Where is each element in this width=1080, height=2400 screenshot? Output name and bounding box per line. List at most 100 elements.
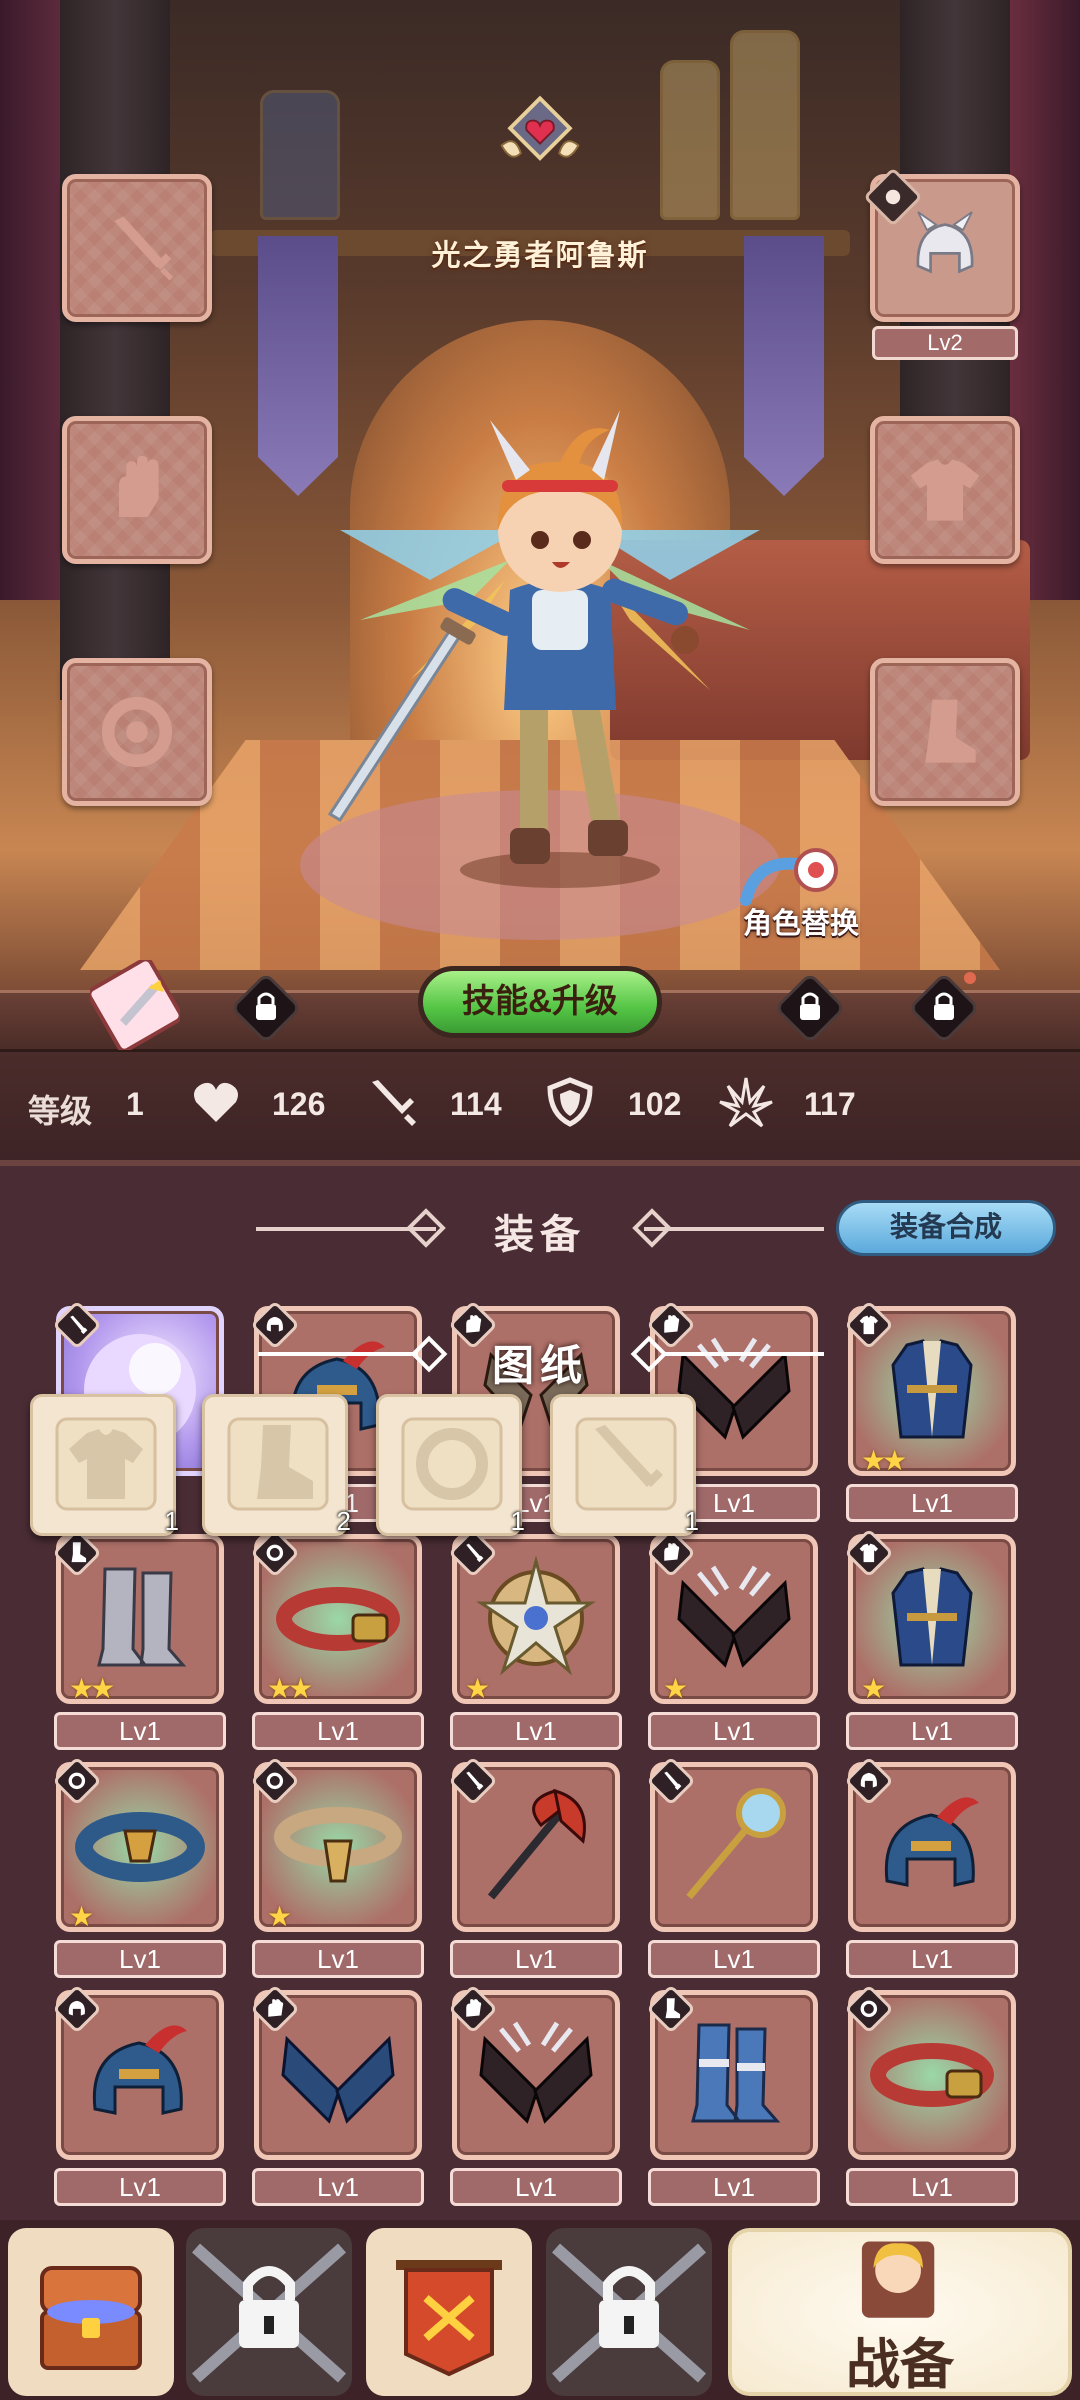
star-rating: ★ bbox=[465, 1672, 490, 1705]
shield-icon bbox=[547, 1077, 593, 1127]
equipment-level: Lv1 bbox=[648, 1940, 820, 1978]
crit-value: 117 bbox=[804, 1086, 856, 1122]
lock-icon bbox=[192, 2243, 346, 2383]
hero-character[interactable] bbox=[320, 380, 780, 900]
equipment-card[interactable] bbox=[846, 1758, 1016, 1932]
equipment-level: Lv1 bbox=[54, 1940, 226, 1978]
attack-sword-icon bbox=[372, 1080, 416, 1126]
star-rating: ★ bbox=[861, 1672, 886, 1705]
helmet-type-badge-icon bbox=[54, 1986, 100, 2032]
equipment-card[interactable]: ★ bbox=[54, 1758, 224, 1933]
sword-icon bbox=[114, 216, 173, 281]
boots-type-badge-icon bbox=[54, 1530, 100, 1576]
equipment-level: Lv1 bbox=[846, 1712, 1018, 1750]
equipment-level: Lv1 bbox=[450, 1940, 622, 1978]
equipment-card[interactable] bbox=[648, 1758, 818, 1932]
character-swap-label: 角色替换 bbox=[742, 908, 859, 940]
equipment-level: Lv1 bbox=[846, 2168, 1018, 2206]
equipment-card[interactable] bbox=[252, 1986, 422, 2160]
treasure-chest-icon bbox=[40, 2266, 142, 2370]
equipment-card[interactable]: ★ bbox=[252, 1758, 422, 1933]
skill-ticket-icon[interactable] bbox=[90, 960, 180, 1050]
blueprint-count: 1 bbox=[164, 1506, 179, 1536]
star-rating: ★★ bbox=[267, 1672, 313, 1705]
weapon-type-badge-icon bbox=[450, 1530, 496, 1576]
blueprint-scroll[interactable]: 1 bbox=[550, 1394, 699, 1536]
blueprint-scroll[interactable]: 1 bbox=[30, 1394, 179, 1536]
equipment-level: Lv1 bbox=[648, 2168, 820, 2206]
armor-icon bbox=[910, 459, 980, 521]
title-emblem-icon[interactable] bbox=[492, 86, 588, 182]
equipment-card[interactable]: ★★ bbox=[252, 1530, 422, 1705]
locked-skill-icon[interactable] bbox=[772, 970, 848, 1046]
glove-icon bbox=[119, 455, 159, 517]
equipment-level: Lv1 bbox=[252, 2168, 424, 2206]
slot-accessory[interactable] bbox=[62, 658, 212, 806]
ring-icon bbox=[101, 696, 173, 768]
equipment-level: Lv1 bbox=[54, 1712, 226, 1750]
level-value: 1 bbox=[126, 1086, 144, 1122]
slot-gloves[interactable] bbox=[62, 416, 212, 564]
lock-icon bbox=[552, 2243, 706, 2383]
equipment-card[interactable]: ★★ bbox=[54, 1530, 224, 1705]
hp-value: 126 bbox=[272, 1086, 326, 1122]
nav-locked-1[interactable] bbox=[186, 2228, 352, 2396]
weapon-blueprint-icon bbox=[575, 1417, 677, 1511]
weapon-type-badge-icon bbox=[648, 1758, 694, 1804]
heart-icon bbox=[194, 1082, 238, 1122]
blueprint-scroll[interactable]: 1 bbox=[376, 1394, 525, 1536]
boot-icon bbox=[925, 699, 976, 763]
curtain-left bbox=[0, 0, 60, 600]
nav-locked-2[interactable] bbox=[546, 2228, 712, 2396]
blueprint-title: 图纸 bbox=[491, 1342, 588, 1389]
slot-armor[interactable] bbox=[870, 416, 1020, 564]
equipment-level: Lv1 bbox=[846, 1484, 1018, 1522]
pillar-left bbox=[60, 0, 170, 700]
boots-blueprint-icon bbox=[227, 1417, 329, 1511]
slot-weapon[interactable] bbox=[62, 174, 212, 322]
silver-helmet-icon bbox=[916, 211, 974, 274]
star-rating: ★ bbox=[663, 1672, 688, 1705]
blueprint-scroll[interactable]: 2 bbox=[202, 1394, 351, 1536]
locked-skill-icon[interactable] bbox=[906, 970, 982, 1046]
boots-type-badge-icon bbox=[648, 1986, 694, 2032]
equipment-card[interactable]: ★ bbox=[648, 1530, 818, 1705]
bottle bbox=[660, 60, 720, 220]
weapon-type-badge-icon bbox=[450, 1758, 496, 1804]
star-rating: ★ bbox=[69, 1900, 94, 1933]
crit-burst-icon bbox=[719, 1077, 773, 1128]
blueprint-count: 1 bbox=[510, 1506, 525, 1536]
locked-skill-icon[interactable] bbox=[228, 970, 304, 1046]
accessory-type-badge-icon bbox=[54, 1758, 100, 1804]
nav-guild[interactable] bbox=[366, 2228, 532, 2396]
equipment-card[interactable]: ★ bbox=[846, 1530, 1016, 1705]
defense-value: 102 bbox=[628, 1086, 682, 1122]
accessory-type-badge-icon bbox=[252, 1758, 298, 1804]
equipment-level: Lv1 bbox=[846, 1940, 1018, 1978]
equipment-card[interactable] bbox=[450, 1986, 620, 2160]
equipment-synthesis-button[interactable]: 装备合成 bbox=[836, 1200, 1056, 1256]
armor-blueprint-icon bbox=[55, 1417, 157, 1511]
accessory-type-badge-icon bbox=[252, 1530, 298, 1576]
gloves-type-badge-icon bbox=[252, 1986, 298, 2032]
skill-upgrade-button[interactable]: 技能&升级 bbox=[418, 966, 662, 1038]
equipment-card[interactable] bbox=[54, 1986, 224, 2160]
equipment-card[interactable] bbox=[846, 1986, 1016, 2160]
nav-treasure[interactable] bbox=[8, 2228, 174, 2396]
star-rating: ★ bbox=[267, 1900, 292, 1933]
equipment-card[interactable] bbox=[648, 1986, 818, 2160]
equipment-level: Lv1 bbox=[450, 1712, 622, 1750]
armor-type-badge-icon bbox=[846, 1530, 892, 1576]
blueprint-divider-right bbox=[664, 1352, 824, 1356]
equipment-level: Lv1 bbox=[648, 1712, 820, 1750]
equipment-card[interactable] bbox=[450, 1758, 620, 1932]
blueprint-count: 1 bbox=[684, 1506, 699, 1536]
equipment-card[interactable]: ★ bbox=[450, 1530, 620, 1705]
equipment-level: Lv1 bbox=[450, 2168, 622, 2206]
equipment-level: Lv1 bbox=[252, 1712, 424, 1750]
title-divider-right bbox=[644, 1227, 824, 1231]
slot-boots[interactable] bbox=[870, 658, 1020, 806]
nav-battle-prep-label: 战备 bbox=[846, 2335, 954, 2395]
attack-value: 114 bbox=[450, 1086, 502, 1122]
equipment-level: Lv1 bbox=[252, 1940, 424, 1978]
